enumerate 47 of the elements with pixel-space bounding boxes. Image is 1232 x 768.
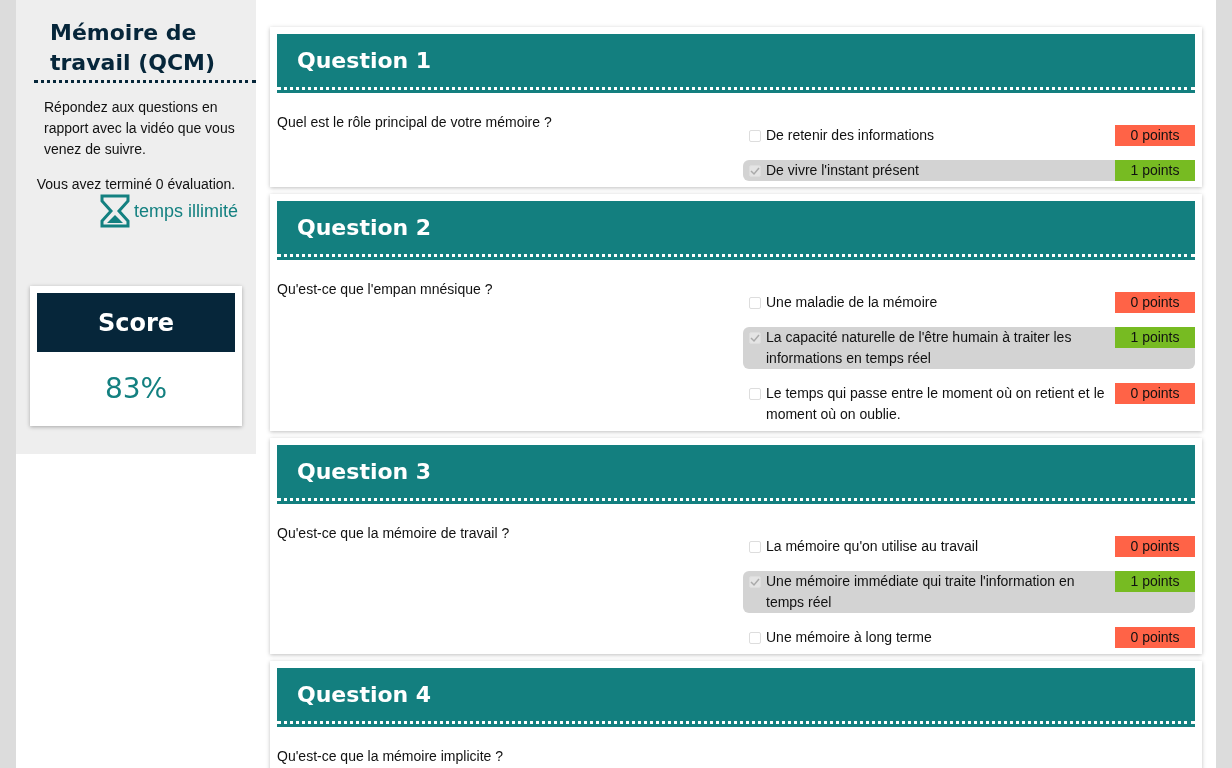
points-badge: 1 points (1115, 571, 1195, 592)
checkbox[interactable] (749, 165, 761, 177)
checkbox[interactable] (749, 576, 761, 588)
score-value: 83% (103, 371, 169, 407)
points-badge: 0 points (1115, 536, 1195, 557)
answer-text: La capacité naturelle de l'être humain à traiter les informations en temps réel (766, 328, 1073, 368)
answer-option[interactable]: La mémoire qu'on utilise au travail 0 points (743, 536, 1195, 557)
answer-text: De retenir des informations (766, 126, 935, 145)
time-limit: temps illimité (133, 199, 238, 223)
question-header: Question 3 (277, 445, 1195, 501)
completed-count: Vous avez terminé 0 évaluation. (35, 175, 237, 194)
checkbox[interactable] (749, 130, 761, 142)
hourglass-icon (99, 194, 130, 228)
question-header: Question 4 (277, 668, 1195, 724)
score-header: Score (37, 293, 235, 352)
answer-option[interactable]: Une mémoire immédiate qui traite l'information en temps réel 1 points (743, 571, 1195, 613)
answer-text: Une mémoire à long terme (766, 628, 932, 647)
answer-option[interactable]: Une maladie de la mémoire 0 points (743, 292, 1195, 313)
checkbox[interactable] (749, 332, 761, 344)
checkbox[interactable] (749, 297, 761, 309)
question-text: Qu'est-ce que la mémoire implicite ? (277, 747, 504, 765)
answer-option[interactable]: De vivre l'instant présent 1 points (743, 160, 1195, 181)
question-header: Question 2 (277, 201, 1195, 257)
points-badge: 1 points (1115, 327, 1195, 348)
answer-option[interactable]: Une mémoire à long terme 0 points (743, 627, 1195, 648)
question-header: Question 1 (277, 34, 1195, 90)
points-badge: 0 points (1115, 627, 1195, 648)
points-badge: 1 points (1115, 160, 1195, 181)
points-badge: 0 points (1115, 383, 1195, 404)
question-text: Qu'est-ce que la mémoire de travail ? (277, 524, 511, 543)
points-badge: 0 points (1115, 125, 1195, 146)
answer-option[interactable]: Le temps qui passe entre le moment où on retient et le moment où on oublie. 0 points (743, 383, 1195, 425)
question-text: Quel est le rôle principal de votre mémoire ? (277, 113, 553, 132)
answer-text: Une mémoire immédiate qui traite l'information en temps réel (766, 572, 1076, 612)
answer-text: Le temps qui passe entre le moment où on retient et le moment où on oublie. (766, 384, 1106, 424)
answer-text: De vivre l'instant présent (766, 161, 919, 180)
checkbox[interactable] (749, 388, 761, 400)
answer-option[interactable]: La capacité naturelle de l'être humain à traiter les informations en temps réel 1 points (743, 327, 1195, 369)
points-badge: 0 points (1115, 292, 1195, 313)
answer-text: La mémoire qu'on utilise au travail (766, 537, 978, 556)
checkbox[interactable] (749, 632, 761, 644)
question-text: Qu'est-ce que l'empan mnésique ? (277, 280, 494, 299)
checkbox[interactable] (749, 541, 761, 553)
answer-text: Une maladie de la mémoire (766, 293, 938, 312)
answer-option[interactable]: De retenir des informations 0 points (743, 125, 1195, 146)
instructions: Répondez aux questions en rapport avec la vidéo que vous venez de suivre. (43, 98, 236, 159)
quiz-title: Mémoire de travail (QCM) (34, 18, 256, 83)
